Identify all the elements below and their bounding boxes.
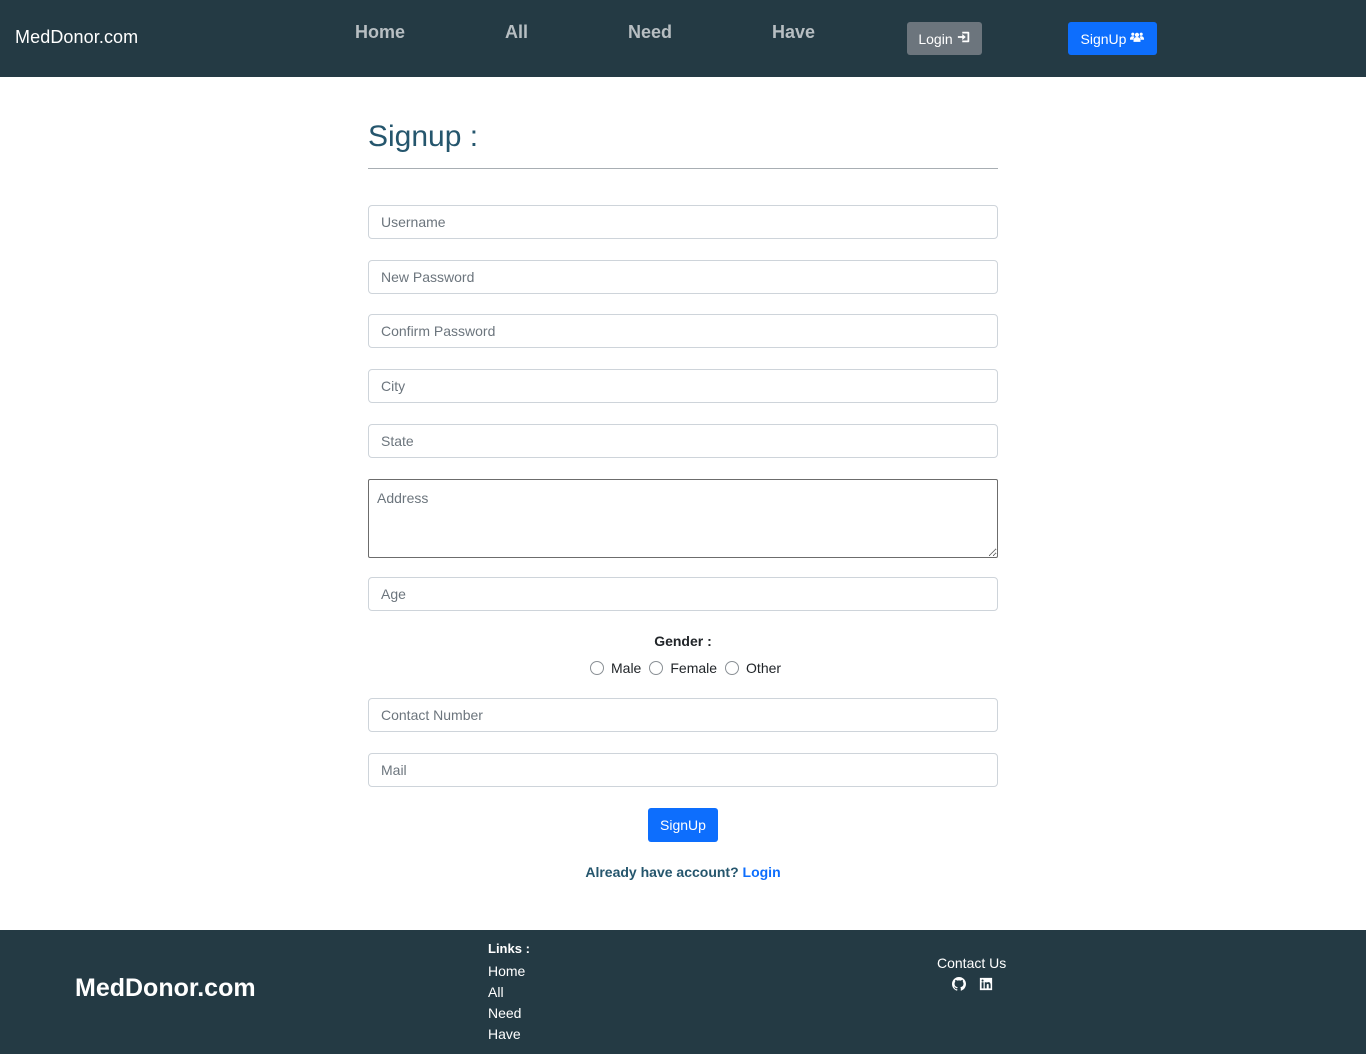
contact-number-input[interactable] [368,698,998,732]
linkedin-icon[interactable] [979,977,993,991]
sign-in-icon [957,30,971,47]
footer-links-title: Links : [488,941,530,956]
footer-link-need[interactable]: Need [488,1005,521,1021]
login-link[interactable]: Login [743,864,781,880]
footer: MedDonor.com Links : Home All Need Have … [0,930,1366,1054]
already-have-account: Already have account? Login [0,864,1366,880]
mail-input[interactable] [368,753,998,787]
nav-link-have[interactable]: Have [772,22,815,43]
footer-link-home[interactable]: Home [488,963,525,979]
state-input[interactable] [368,424,998,458]
brand-logo[interactable]: MedDonor.com [15,27,138,48]
page-title: Signup : [368,120,479,153]
gender-radio-male[interactable] [590,661,604,675]
nav-link-need[interactable]: Need [628,22,672,43]
github-icon[interactable] [952,977,967,991]
title-divider [368,168,998,169]
nav-link-home[interactable]: Home [355,22,405,43]
already-text: Already have account? [585,864,739,880]
confirm-password-input[interactable] [368,314,998,348]
nav-link-all[interactable]: All [505,22,528,43]
gender-option-label: Male [611,660,642,676]
signup-nav-button[interactable]: SignUp [1068,22,1157,55]
gender-radio-female[interactable] [649,661,664,675]
address-textarea[interactable] [368,479,998,558]
city-input[interactable] [368,369,998,403]
new-password-input[interactable] [368,260,998,294]
gender-radio-other[interactable] [725,661,740,675]
signup-submit-button[interactable]: SignUp [648,808,718,842]
gender-option-label: Other [746,660,782,676]
users-icon [1130,30,1145,47]
age-input[interactable] [368,577,998,611]
gender-radio-group: Male Female Other [590,658,789,678]
login-button-label: Login [918,30,953,47]
contact-us-title: Contact Us [937,955,1007,971]
navbar: MedDonor.com Home All Need Have Login Si… [0,0,1366,77]
gender-label: Gender : [654,633,712,649]
gender-option-label: Female [670,660,718,676]
footer-link-have[interactable]: Have [488,1026,521,1042]
username-input[interactable] [368,205,998,239]
signup-button-label: SignUp [1080,30,1127,47]
footer-link-all[interactable]: All [488,984,504,1000]
footer-brand: MedDonor.com [75,974,256,1002]
login-button[interactable]: Login [907,22,982,55]
